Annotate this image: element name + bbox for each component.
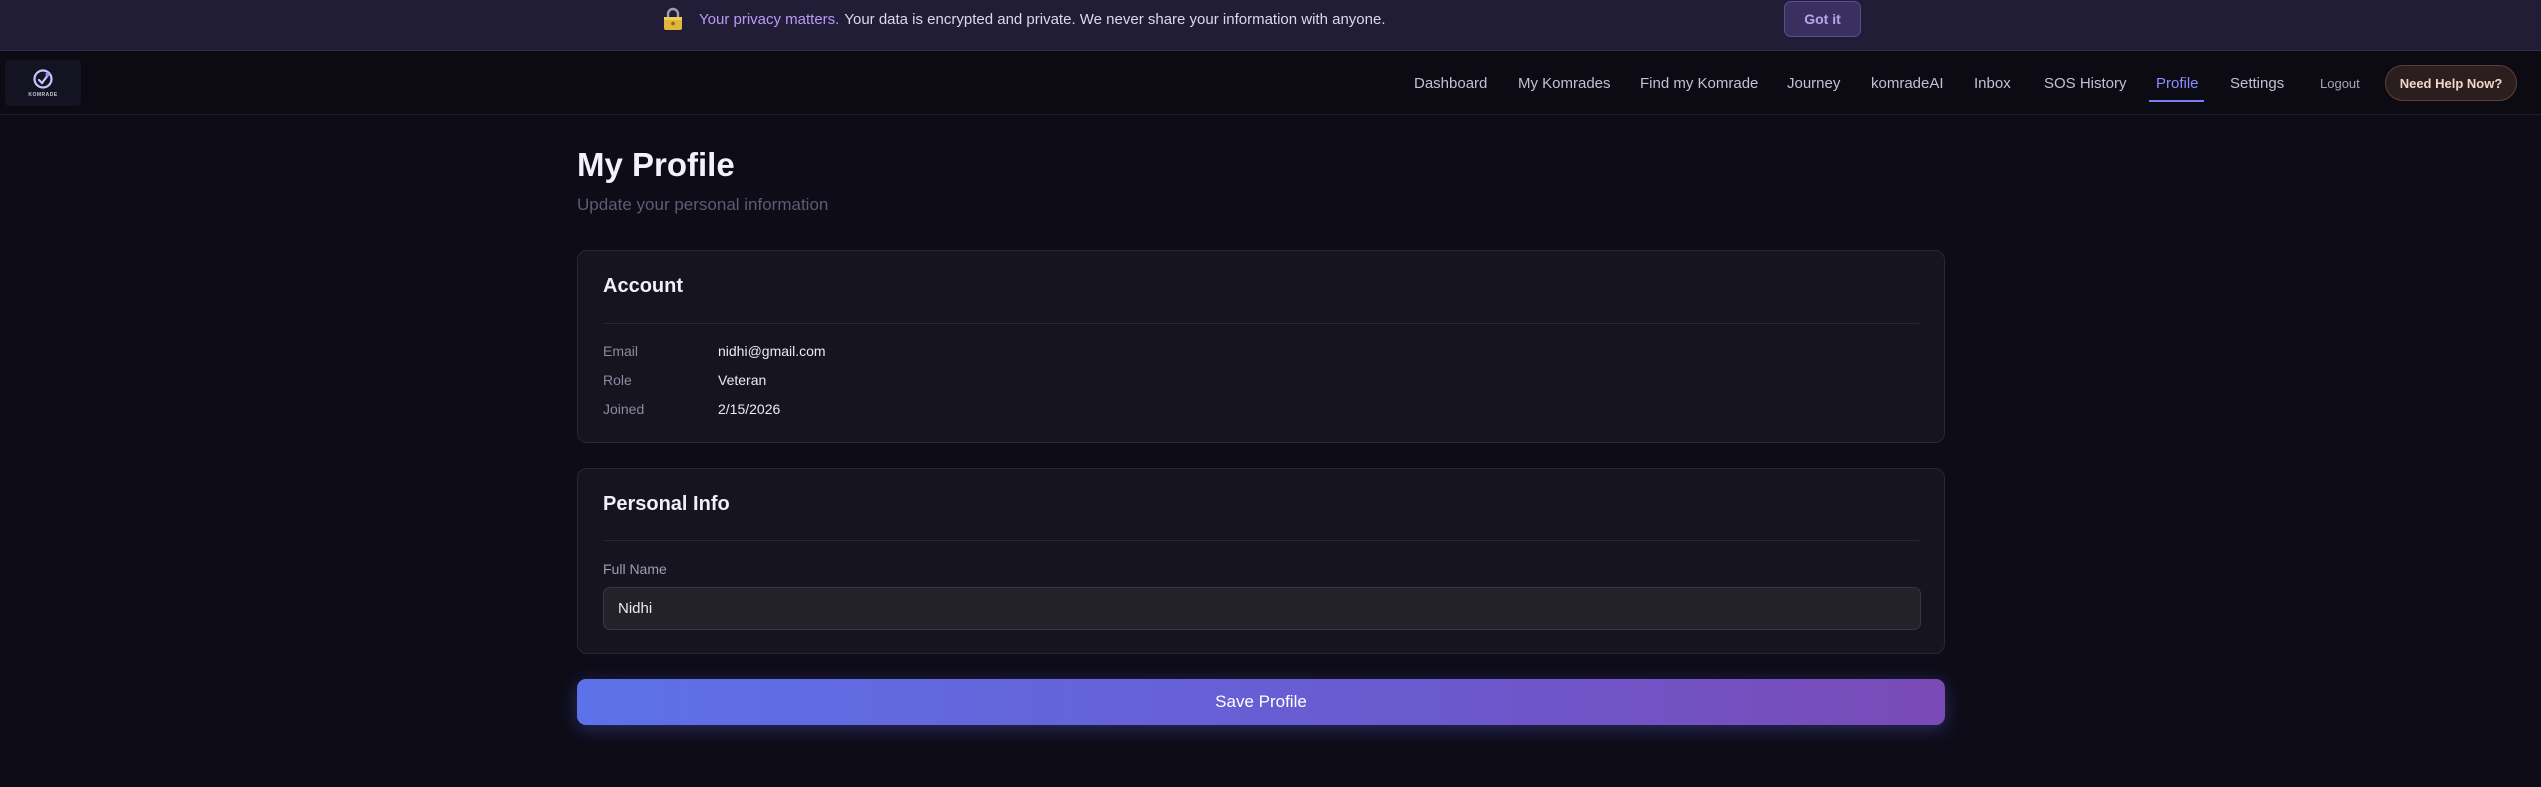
account-divider	[603, 323, 1919, 324]
role-value: Veteran	[718, 372, 767, 388]
lock-icon	[662, 7, 684, 31]
personal-info-divider	[603, 540, 1919, 541]
top-navbar: KOMRADE Dashboard My Komrades Find my Ko…	[0, 51, 2541, 115]
logout-link[interactable]: Logout	[2320, 51, 2360, 115]
personal-info-card: Personal Info Full Name	[577, 468, 1945, 654]
privacy-message: Your privacy matters. Your data is encry…	[662, 0, 1386, 38]
full-name-input[interactable]	[603, 587, 1921, 630]
nav-komradeai[interactable]: komradeAI	[1871, 51, 1944, 115]
privacy-banner: Your privacy matters. Your data is encry…	[0, 0, 2541, 51]
nav-profile[interactable]: Profile	[2156, 51, 2199, 115]
nav-settings[interactable]: Settings	[2230, 51, 2284, 115]
nav-dashboard[interactable]: Dashboard	[1414, 51, 1487, 115]
page-subtitle: Update your personal information	[577, 195, 829, 214]
active-tab-indicator	[2149, 100, 2204, 102]
full-name-label: Full Name	[603, 561, 667, 577]
nav-inbox[interactable]: Inbox	[1974, 51, 2011, 115]
email-value: nidhi@gmail.com	[718, 343, 826, 359]
role-label: Role	[603, 372, 632, 388]
komrade-logo-icon	[32, 68, 54, 90]
got-it-button[interactable]: Got it	[1784, 1, 1861, 37]
account-card: Account Email nidhi@gmail.com Role Veter…	[577, 250, 1945, 443]
save-profile-button[interactable]: Save Profile	[577, 679, 1945, 725]
joined-value: 2/15/2026	[718, 401, 781, 417]
nav-sos-history[interactable]: SOS History	[2044, 51, 2127, 115]
nav-my-komrades[interactable]: My Komrades	[1518, 51, 1611, 115]
privacy-title: Your privacy matters.	[699, 10, 840, 28]
nav-find-my-komrade[interactable]: Find my Komrade	[1640, 51, 1758, 115]
personal-info-title: Personal Info	[603, 493, 730, 515]
nav-journey[interactable]: Journey	[1787, 51, 1840, 115]
page-title: My Profile	[577, 146, 735, 183]
logo-text: KOMRADE	[28, 92, 58, 98]
email-label: Email	[603, 343, 639, 359]
need-help-button[interactable]: Need Help Now?	[2385, 65, 2517, 101]
privacy-text: Your data is encrypted and private. We n…	[844, 10, 1386, 28]
account-title: Account	[603, 275, 683, 297]
joined-label: Joined	[603, 401, 645, 417]
logo[interactable]: KOMRADE	[5, 60, 81, 106]
